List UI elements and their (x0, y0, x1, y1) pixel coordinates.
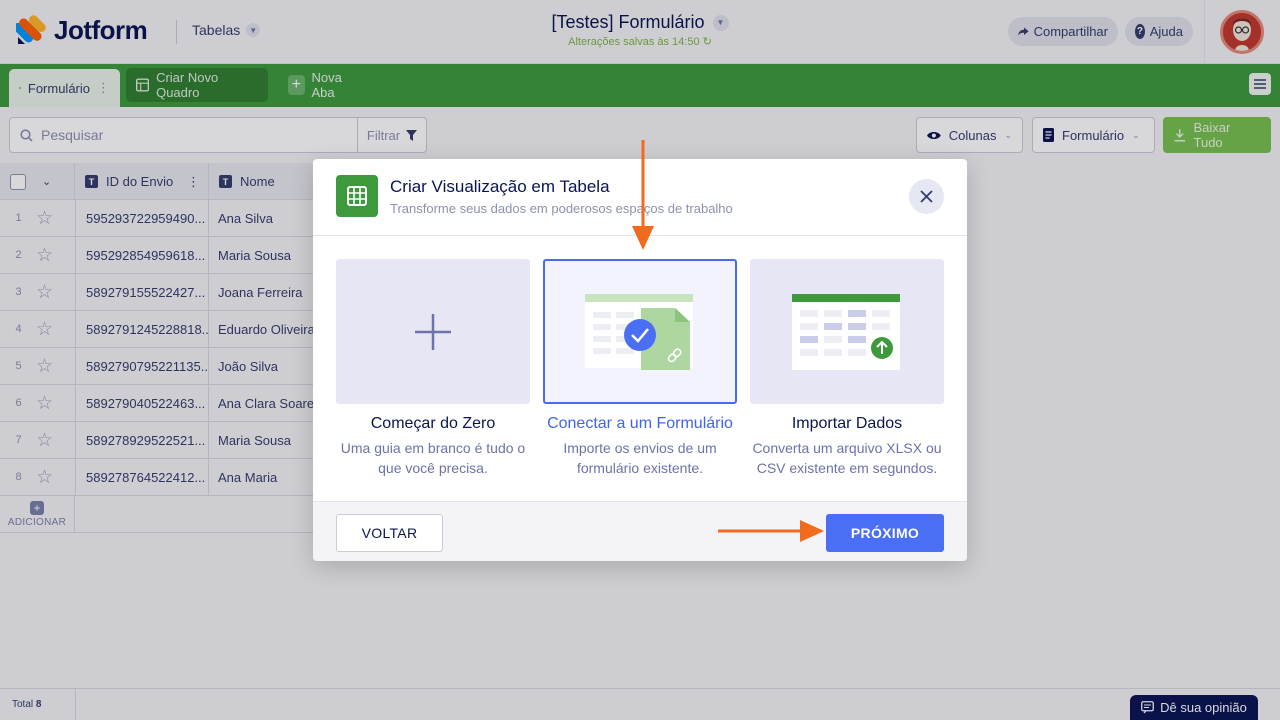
close-button[interactable] (909, 179, 944, 214)
option-description: Uma guia em branco é tudo o que você pre… (340, 440, 526, 476)
option-title-selected: Conectar a um Formulário (547, 415, 733, 432)
close-icon (920, 190, 933, 203)
option-description: Importe os envios de um formulário exist… (563, 440, 717, 476)
back-button[interactable]: VOLTAR (336, 514, 443, 552)
dialog-title: Criar Visualização em Tabela (390, 177, 610, 196)
annotation-arrow-right-icon (718, 520, 824, 542)
next-button[interactable]: PRÓXIMO (826, 514, 944, 552)
dialog-subtitle: Transforme seus dados em poderosos espaç… (390, 201, 733, 216)
option-title: Começar do Zero (370, 415, 496, 432)
option-card-start-blank[interactable] (336, 259, 530, 404)
annotation-arrow-down-icon (632, 140, 654, 250)
plus-icon (415, 313, 451, 350)
option-description: Converta um arquivo XLSX ou CSV existent… (752, 440, 942, 476)
connect-form-illustration (585, 293, 693, 370)
option-card-import-data[interactable] (750, 259, 944, 404)
table-grid-icon (336, 175, 378, 217)
option-title: Importar Dados (791, 415, 903, 432)
import-data-illustration (792, 293, 900, 370)
dialog-footer: VOLTAR PRÓXIMO (313, 501, 967, 561)
option-card-connect-form[interactable] (543, 259, 737, 404)
